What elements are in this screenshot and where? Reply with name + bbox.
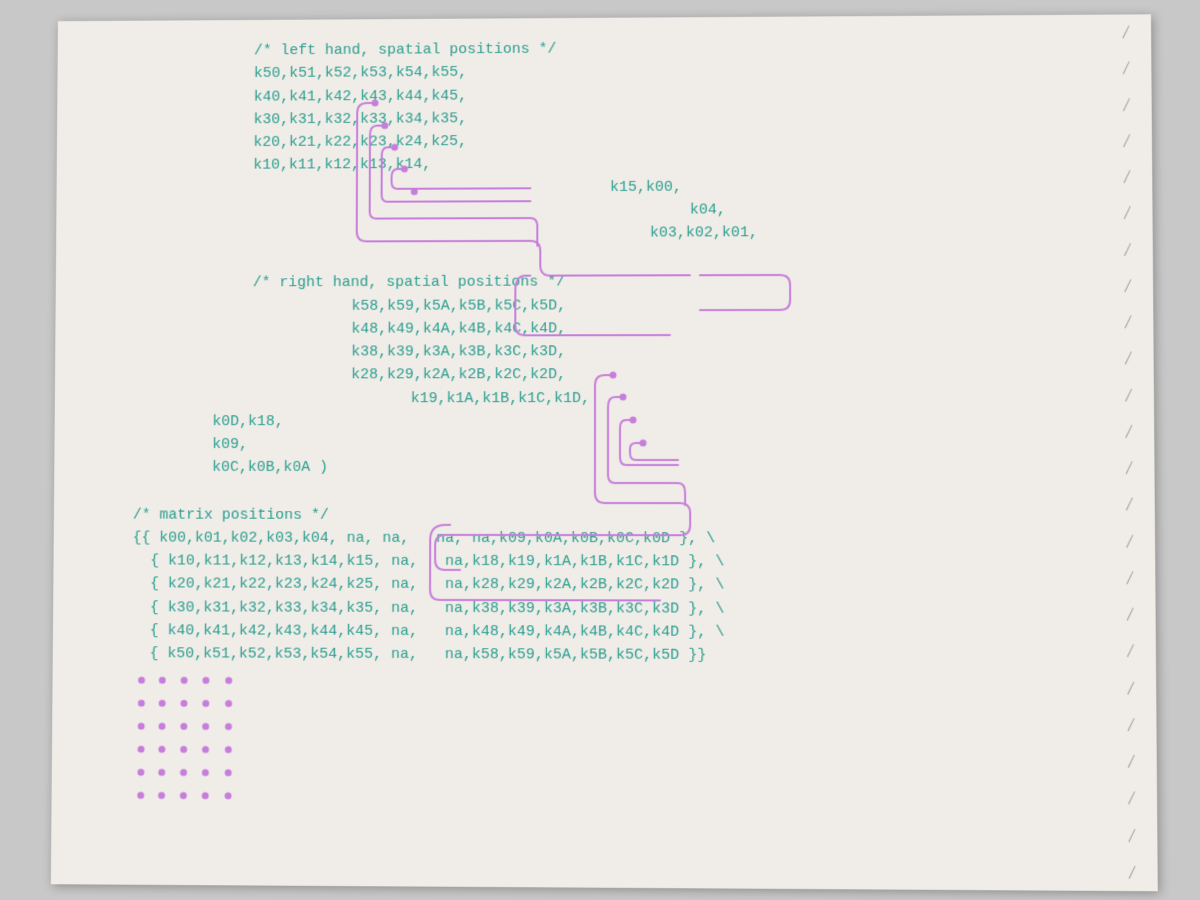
dash-3: \ [1117, 96, 1135, 114]
left-hand-row-7: k03,k02,k01, [650, 220, 1092, 245]
dash-20: \ [1122, 716, 1140, 734]
dash-17: \ [1121, 606, 1139, 624]
dash-22: \ [1122, 790, 1140, 808]
dash-19: \ [1122, 679, 1140, 697]
dash-14: \ [1120, 496, 1138, 514]
dash-21: \ [1122, 753, 1140, 771]
dash-8: \ [1119, 277, 1137, 295]
right-hand-block: /* right hand, spatial positions */ k58,… [133, 269, 1094, 479]
dash-18: \ [1121, 642, 1139, 660]
matrix-row-3: { k30,k31,k32,k33,k34,k35, na, na,k38,k3… [132, 596, 1095, 622]
right-hand-comment: /* right hand, spatial positions */ [253, 269, 1093, 294]
dash-1: \ [1117, 24, 1135, 42]
right-hand-row-7: k0C,k0B,k0A ) [212, 456, 1094, 480]
page: \ \ \ \ \ \ \ \ \ \ \ \ \ \ \ \ \ \ \ \ … [51, 14, 1158, 891]
dash-9: \ [1119, 313, 1137, 331]
dash-12: \ [1120, 423, 1138, 441]
left-hand-row-6: k04, [690, 197, 1092, 222]
left-hand-block: /* left hand, spatial positions */ k50,k… [135, 35, 1092, 247]
matrix-row-4: { k40,k41,k42,k43,k44,k45, na, na,k48,k4… [132, 619, 1095, 645]
dash-4: \ [1118, 132, 1136, 150]
dash-7: \ [1118, 241, 1136, 259]
matrix-row-5: { k50,k51,k52,k53,k54,k55, na, na,k58,k5… [132, 642, 1095, 668]
dash-23: \ [1123, 826, 1141, 844]
dash-24: \ [1123, 863, 1141, 881]
right-hand-row-3: k28,k29,k2A,k2B,k2C,k2D, [351, 363, 1093, 387]
right-hand-row-0: k58,k59,k5A,k5B,k5C,k5D, [351, 293, 1092, 318]
left-hand-row-4: k10,k11,k12,k13,k14, [253, 150, 1091, 177]
code-content: /* left hand, spatial positions */ k50,k… [132, 35, 1095, 669]
right-hand-row-6: k09, [212, 433, 1093, 456]
dash-16: \ [1121, 569, 1139, 587]
dashed-border: \ \ \ \ \ \ \ \ \ \ \ \ \ \ \ \ \ \ \ \ … [1111, 14, 1148, 891]
matrix-row-1: { k10,k11,k12,k13,k14,k15, na, na,k18,k1… [132, 549, 1094, 574]
dash-15: \ [1120, 532, 1138, 550]
right-hand-row-5: k0D,k18, [212, 409, 1093, 433]
dash-13: \ [1120, 459, 1138, 477]
matrix-comment: /* matrix positions */ [133, 503, 1094, 527]
dash-5: \ [1118, 168, 1136, 186]
dash-2: \ [1117, 60, 1135, 78]
dash-6: \ [1118, 204, 1136, 222]
matrix-row-0: {{ k00,k01,k02,k03,k04, na, na, na, na,k… [133, 526, 1095, 551]
right-hand-row-1: k48,k49,k4A,k4B,k4C,k4D, [351, 316, 1092, 341]
right-hand-row-2: k38,k39,k3A,k3B,k3C,k3D, [351, 339, 1093, 363]
matrix-row-2: { k20,k21,k22,k23,k24,k25, na, na,k28,k2… [132, 573, 1094, 598]
right-hand-row-4: k19,k1A,k1B,k1C,k1D, [411, 386, 1093, 410]
dash-10: \ [1119, 350, 1137, 368]
left-hand-row-5: k15,k00, [610, 174, 1092, 199]
dash-11: \ [1119, 386, 1137, 404]
matrix-section: /* matrix positions */ {{ k00,k01,k02,k0… [132, 503, 1095, 668]
